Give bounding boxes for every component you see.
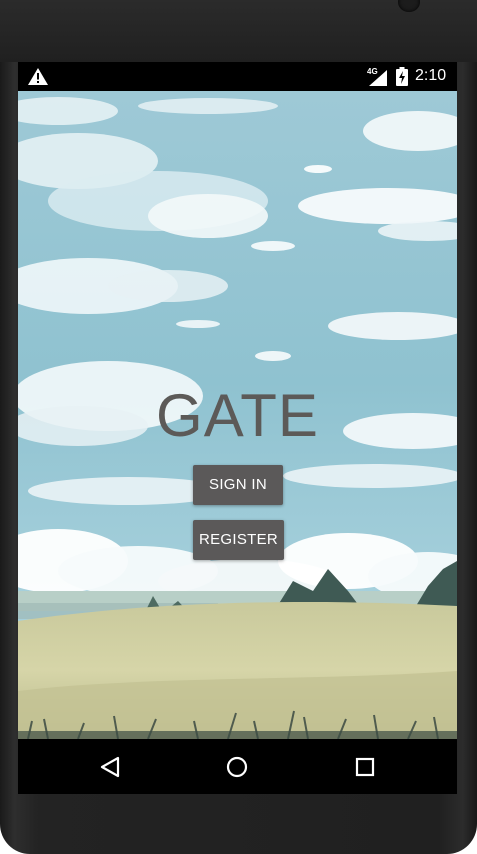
camera-dot [398,0,420,12]
device-frame: 4G 2:10 GATE SIGN IN REGISTER [0,0,477,854]
signal-icon [369,70,387,86]
status-clock: 2:10 [415,67,447,84]
status-bar: 4G 2:10 [18,62,457,91]
home-icon[interactable] [219,749,255,785]
app-title: GATE [156,382,319,449]
recents-icon[interactable] [347,749,383,785]
register-button[interactable]: REGISTER [193,520,284,560]
warning-icon [28,68,48,85]
navigation-bar [18,739,457,794]
battery-charging-icon [396,67,408,86]
sign-in-button[interactable]: SIGN IN [193,465,283,505]
screen: 4G 2:10 GATE SIGN IN REGISTER [18,62,457,794]
device-top-bezel [0,0,477,62]
back-icon[interactable] [92,749,128,785]
app-content: GATE SIGN IN REGISTER [18,91,457,739]
